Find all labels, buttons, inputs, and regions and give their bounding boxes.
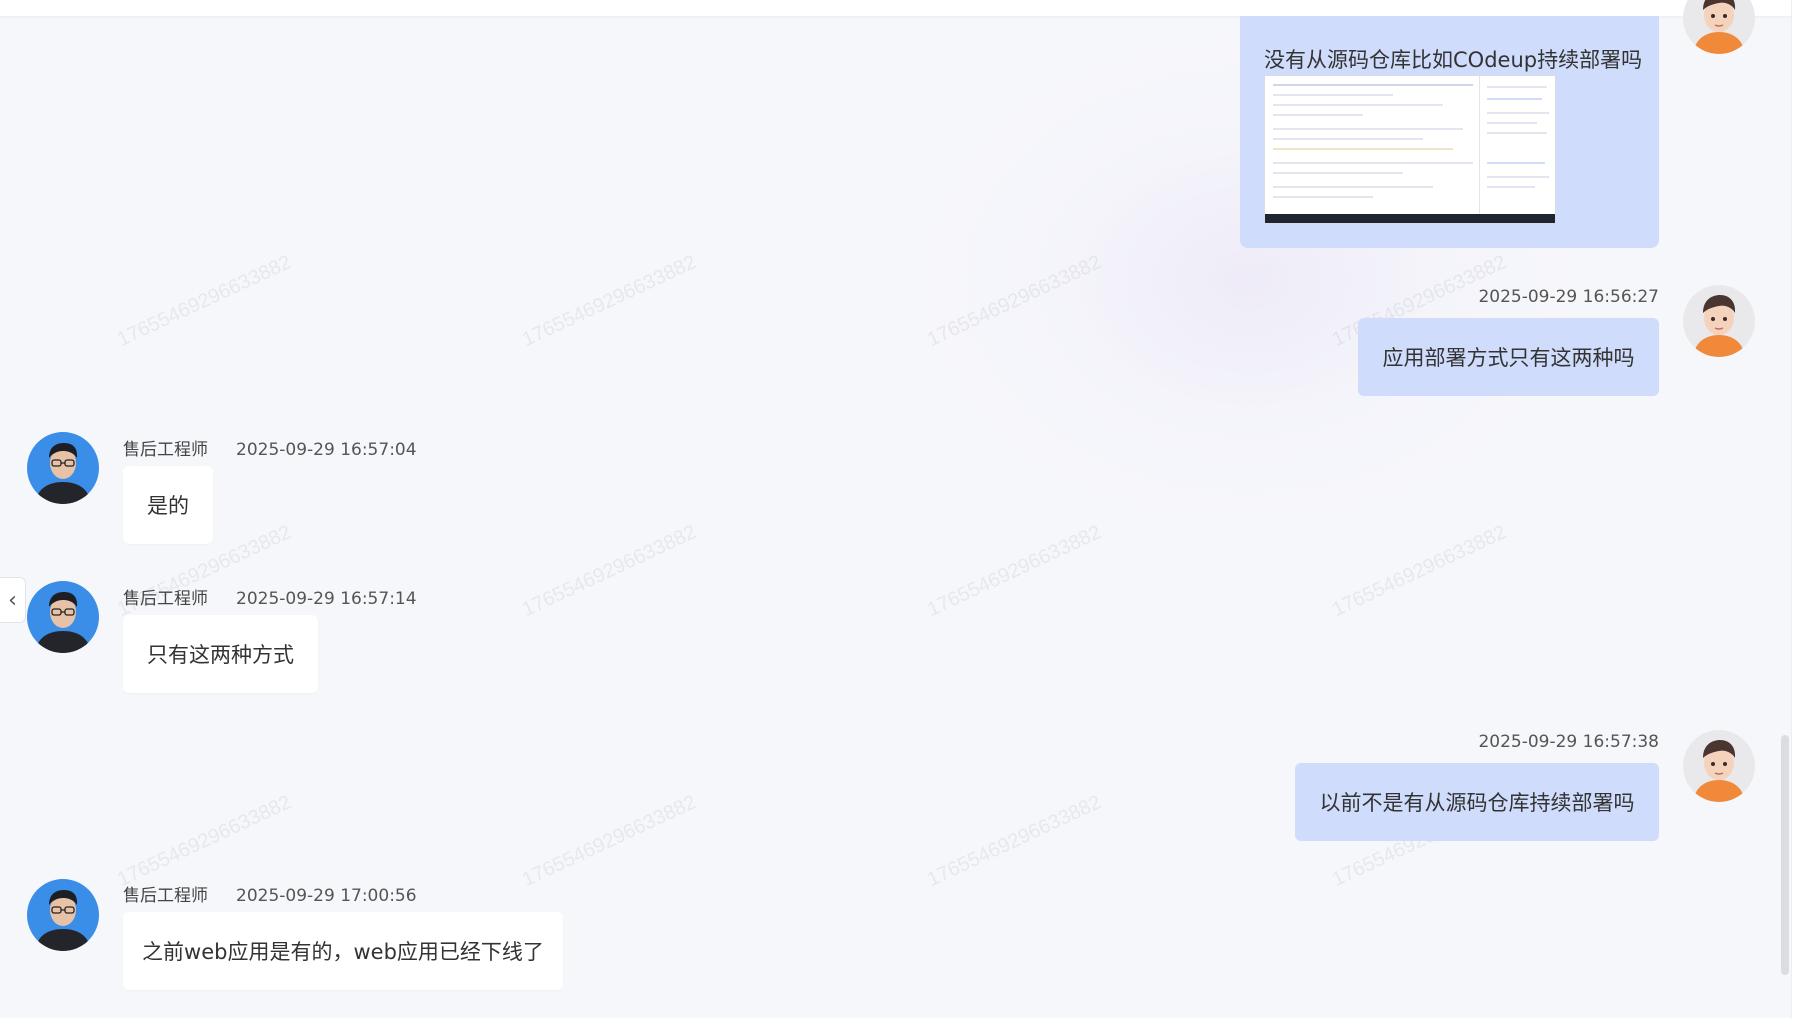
message-text: 没有从源码仓库比如COdeup持续部署吗 — [1264, 48, 1643, 72]
agent-avatar-icon — [27, 581, 99, 653]
scrollbar-thumb[interactable] — [1781, 735, 1789, 975]
watermark: 17655469296633882 — [518, 791, 700, 891]
message-meta: 售后工程师 2025-09-29 16:57:04 — [123, 435, 417, 460]
agent-avatar-icon — [27, 432, 99, 504]
right-edge-panel — [1791, 0, 1802, 1018]
watermark: 17655469296633882 — [518, 251, 700, 351]
agent-avatar-icon — [27, 879, 99, 951]
user-avatar-icon — [1683, 0, 1755, 54]
watermark: 17655469296633882 — [518, 521, 700, 621]
watermark: 17655469296633882 — [923, 521, 1105, 621]
sender-name: 售后工程师 — [123, 589, 208, 609]
user-avatar-icon — [1683, 285, 1755, 357]
watermark: 17655469296633882 — [1328, 521, 1510, 621]
watermark: 17655469296633882 — [923, 791, 1105, 891]
agent-message-bubble: 只有这两种方式 — [123, 615, 318, 693]
agent-message-bubble: 是的 — [123, 466, 213, 544]
user-message-bubble: 没有从源码仓库比如COdeup持续部署吗 — [1240, 16, 1659, 248]
message-meta: 售后工程师 2025-09-29 16:57:14 — [123, 584, 417, 609]
message-timestamp: 2025-09-29 16:57:04 — [236, 440, 417, 460]
screenshot-thumbnail[interactable] — [1264, 75, 1556, 224]
sender-name: 售后工程师 — [123, 440, 208, 460]
message-timestamp: 2025-09-29 16:57:14 — [236, 589, 417, 609]
agent-message-bubble: 之前web应用是有的，web应用已经下线了 — [123, 912, 563, 990]
message-timestamp: 2025-09-29 17:00:56 — [236, 886, 417, 906]
watermark: 17655469296633882 — [923, 251, 1105, 351]
message-meta: 售后工程师 2025-09-29 17:00:56 — [123, 881, 417, 906]
user-message-bubble: 以前不是有从源码仓库持续部署吗 — [1295, 763, 1659, 841]
sender-name: 售后工程师 — [123, 886, 208, 906]
message-timestamp: 2025-09-29 16:57:38 — [1478, 732, 1659, 752]
top-strip — [0, 0, 1802, 16]
watermark: 17655469296633882 — [113, 251, 295, 351]
message-timestamp: 2025-09-29 16:56:27 — [1478, 287, 1659, 307]
watermark: 17655469296633882 — [113, 791, 295, 891]
user-message-bubble: 应用部署方式只有这两种吗 — [1358, 318, 1659, 396]
user-avatar-icon — [1683, 730, 1755, 802]
chevron-left-icon[interactable]: ‹ — [0, 577, 26, 623]
